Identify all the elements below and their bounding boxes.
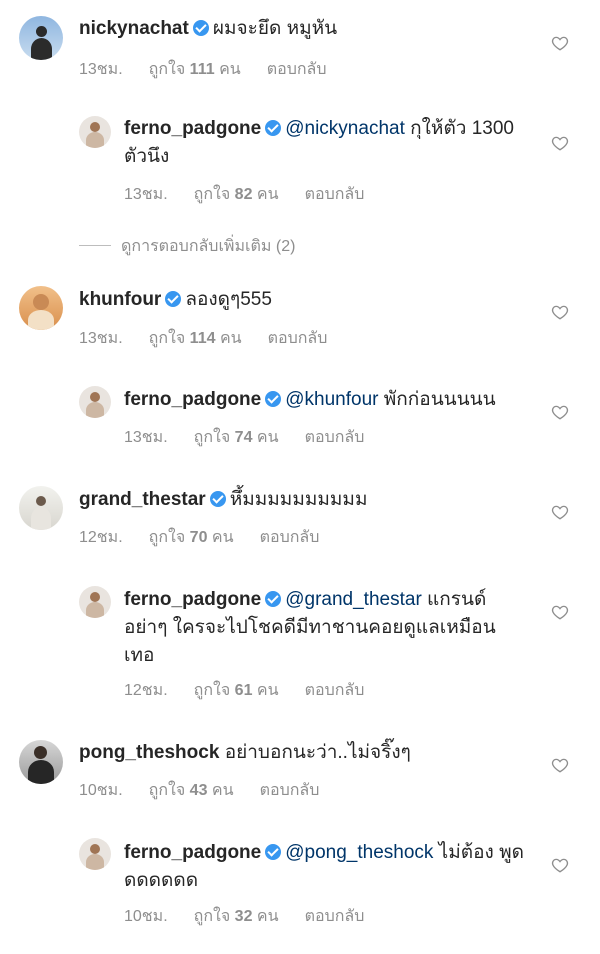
- heart-icon[interactable]: [551, 403, 569, 421]
- comment-text: ferno_padgone @nickynachat กุให้ตัว 1300 …: [124, 115, 524, 171]
- reply-button[interactable]: ตอบกลับ: [305, 429, 365, 446]
- comment-meta: 13ชม. ถูกใจ 82 คน ตอบกลับ: [124, 182, 390, 207]
- comment-text: ferno_padgone @grand_thestar แกรนด์ อย่าๆ…: [124, 586, 524, 670]
- avatar[interactable]: [19, 286, 63, 330]
- heart-icon[interactable]: [551, 756, 569, 774]
- heart-icon[interactable]: [551, 603, 569, 621]
- reply-button[interactable]: ตอบกลับ: [267, 61, 327, 78]
- heart-icon[interactable]: [551, 503, 569, 521]
- verified-badge-icon: [265, 844, 282, 860]
- reply-button[interactable]: ตอบกลับ: [305, 186, 365, 203]
- mention-link[interactable]: @pong_theshock: [285, 842, 433, 863]
- comment-meta: 12ชม. ถูกใจ 70 คน ตอบกลับ: [79, 525, 345, 550]
- comment-body: ผมจะยึด หมูหัน: [212, 18, 338, 39]
- avatar[interactable]: [19, 16, 63, 60]
- timestamp: 13ชม.: [79, 61, 123, 78]
- reply-button[interactable]: ตอบกลับ: [305, 682, 365, 699]
- heart-icon[interactable]: [551, 856, 569, 874]
- comment-meta: 10ชม. ถูกใจ 43 คน ตอบกลับ: [79, 778, 345, 803]
- comment-meta: 13ชม. ถูกใจ 111 คน ตอบกลับ: [79, 57, 353, 82]
- likes-count[interactable]: ถูกใจ 82 คน: [194, 186, 279, 203]
- username-link[interactable]: grand_thestar: [79, 489, 206, 510]
- heart-icon[interactable]: [551, 134, 569, 152]
- likes-count[interactable]: ถูกใจ 74 คน: [194, 429, 279, 446]
- mention-link[interactable]: @grand_thestar: [285, 589, 422, 610]
- comment-body: หึ้มมมมมมมมมม: [229, 489, 368, 510]
- comment-body: พักก่อนนนนน: [378, 389, 496, 410]
- username-link[interactable]: ferno_padgone: [124, 842, 261, 863]
- likes-count[interactable]: ถูกใจ 114 คน: [149, 330, 242, 347]
- username-link[interactable]: pong_theshock: [79, 742, 219, 763]
- avatar[interactable]: [79, 838, 111, 870]
- comment-meta: 12ชม. ถูกใจ 61 คน ตอบกลับ: [124, 678, 390, 703]
- username-link[interactable]: khunfour: [79, 289, 161, 310]
- comment-text: khunfour ลองดูๆ555: [79, 286, 539, 314]
- avatar[interactable]: [19, 740, 63, 784]
- verified-badge-icon: [265, 591, 282, 607]
- comment-text: ferno_padgone @pong_theshock ไม่ต้อง พูดด…: [124, 839, 534, 895]
- mention-link[interactable]: @nickynachat: [285, 118, 405, 139]
- avatar[interactable]: [79, 386, 111, 418]
- timestamp: 12ชม.: [124, 682, 168, 699]
- reply-button[interactable]: ตอบกลับ: [268, 330, 328, 347]
- verified-badge-icon: [192, 20, 209, 36]
- likes-count[interactable]: ถูกใจ 43 คน: [149, 782, 234, 799]
- verified-badge-icon: [165, 291, 182, 307]
- mention-link[interactable]: @khunfour: [285, 389, 378, 410]
- likes-count[interactable]: ถูกใจ 32 คน: [194, 908, 279, 925]
- verified-badge-icon: [265, 120, 282, 136]
- likes-count[interactable]: ถูกใจ 111 คน: [149, 61, 241, 78]
- heart-icon[interactable]: [551, 303, 569, 321]
- comment-meta: 10ชม. ถูกใจ 32 คน ตอบกลับ: [124, 904, 390, 929]
- timestamp: 13ชม.: [79, 330, 123, 347]
- avatar[interactable]: [79, 586, 111, 618]
- reply-button[interactable]: ตอบกลับ: [260, 782, 320, 799]
- comment-text: nickynachat ผมจะยึด หมูหัน: [79, 15, 539, 43]
- view-more-replies-label: ดูการตอบกลับเพิ่มเติม (2): [121, 238, 296, 255]
- avatar[interactable]: [19, 486, 63, 530]
- likes-count[interactable]: ถูกใจ 70 คน: [149, 529, 234, 546]
- reply-button[interactable]: ตอบกลับ: [260, 529, 320, 546]
- timestamp: 10ชม.: [124, 908, 168, 925]
- comment-body: ลองดูๆ555: [185, 289, 272, 310]
- username-link[interactable]: ferno_padgone: [124, 118, 261, 139]
- avatar[interactable]: [79, 116, 111, 148]
- likes-count[interactable]: ถูกใจ 61 คน: [194, 682, 279, 699]
- verified-badge-icon: [265, 391, 282, 407]
- comment-text: grand_thestar หึ้มมมมมมมมมม: [79, 486, 539, 514]
- heart-icon[interactable]: [551, 34, 569, 52]
- timestamp: 13ชม.: [124, 429, 168, 446]
- comment-text: ferno_padgone @khunfour พักก่อนนนนน: [124, 386, 534, 414]
- comment-meta: 13ชม. ถูกใจ 74 คน ตอบกลับ: [124, 425, 390, 450]
- username-link[interactable]: ferno_padgone: [124, 589, 261, 610]
- comment-body: อย่าบอกนะว่า..ไม่จริ๊งๆ: [224, 742, 411, 763]
- verified-badge-icon: [209, 491, 226, 507]
- timestamp: 10ชม.: [79, 782, 123, 799]
- timestamp: 13ชม.: [124, 186, 168, 203]
- divider: [79, 245, 111, 246]
- view-more-replies-button[interactable]: ดูการตอบกลับเพิ่มเติม (2): [79, 234, 295, 259]
- comment-meta: 13ชม. ถูกใจ 114 คน ตอบกลับ: [79, 326, 353, 351]
- username-link[interactable]: nickynachat: [79, 18, 189, 39]
- username-link[interactable]: ferno_padgone: [124, 389, 261, 410]
- reply-button[interactable]: ตอบกลับ: [305, 908, 365, 925]
- timestamp: 12ชม.: [79, 529, 123, 546]
- comment-text: pong_theshock อย่าบอกนะว่า..ไม่จริ๊งๆ: [79, 739, 539, 767]
